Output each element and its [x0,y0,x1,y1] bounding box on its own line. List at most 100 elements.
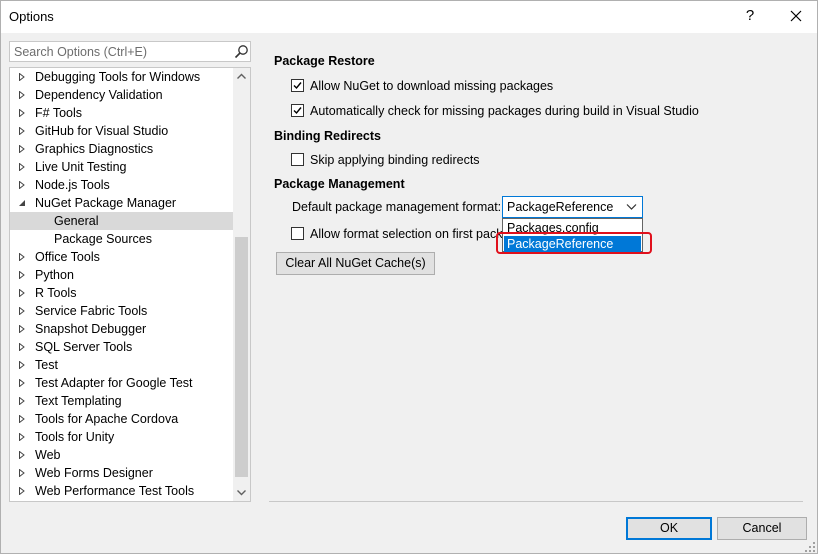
package-restore-heading: Package Restore [274,54,375,68]
allow-download-checkbox[interactable] [291,79,304,92]
checkmark-icon [293,82,302,90]
ok-button[interactable]: OK [626,517,712,540]
skip-redirects-label: Skip applying binding redirects [310,153,480,167]
close-icon [790,10,802,22]
collapsed-arrow-icon[interactable] [18,451,26,459]
format-label: Default package management format: [292,200,502,214]
tree-item-label: Web Forms Designer [35,466,153,480]
tree-item-label: R Tools [35,286,77,300]
tree-item[interactable]: SQL Server Tools [10,338,233,356]
allow-download-label: Allow NuGet to download missing packages [310,79,554,93]
format-select-value: PackageReference [507,200,614,214]
tree-item-label: Dependency Validation [35,88,163,102]
collapsed-arrow-icon[interactable] [18,487,26,495]
allow-format-checkbox[interactable] [291,227,304,240]
scrollbar-thumb[interactable] [235,237,248,477]
tree-item[interactable]: F# Tools [10,104,233,122]
collapsed-arrow-icon[interactable] [18,289,26,297]
chevron-down-icon [626,204,637,210]
allow-format-label: Allow format selection on first packa [310,227,510,241]
binding-redirects-heading: Binding Redirects [274,129,381,143]
tree-item[interactable]: Tools for Unity [10,428,233,446]
collapsed-arrow-icon[interactable] [18,73,26,81]
tree-item-label: Test Adapter for Google Test [35,376,193,390]
scroll-up-icon[interactable] [233,68,250,85]
resize-grip-icon[interactable] [805,542,816,553]
tree-item[interactable]: Office Tools [10,248,233,266]
tree-list: Debugging Tools for Windows Dependency Va… [10,68,233,500]
collapsed-arrow-icon[interactable] [18,163,26,171]
collapsed-arrow-icon[interactable] [18,433,26,441]
collapsed-arrow-icon[interactable] [18,307,26,315]
collapsed-arrow-icon[interactable] [18,325,26,333]
package-management-heading: Package Management [274,177,405,191]
search-input[interactable] [10,42,230,61]
tree-item[interactable]: Web Performance Test Tools [10,482,233,500]
tree-item[interactable]: Test Adapter for Google Test [10,374,233,392]
search-icon[interactable] [234,44,249,59]
tree-item[interactable]: Live Unit Testing [10,158,233,176]
tree-item[interactable]: Dependency Validation [10,86,233,104]
expanded-arrow-icon[interactable] [18,199,26,207]
collapsed-arrow-icon[interactable] [18,415,26,423]
tree-item[interactable]: R Tools [10,284,233,302]
tree-item-label: F# Tools [35,106,83,120]
tree-child-item[interactable]: Package Sources [10,230,233,248]
window-title: Options [9,9,54,24]
checkmark-icon [293,107,302,115]
highlight-annotation [496,232,652,254]
tree-item[interactable]: Node.js Tools [10,176,233,194]
tree-item[interactable]: Debugging Tools for Windows [10,68,233,86]
tree-item-label: General [54,214,99,228]
collapsed-arrow-icon[interactable] [18,343,26,351]
tree-item[interactable]: Python [10,266,233,284]
tree-item[interactable]: Test [10,356,233,374]
tree-item[interactable]: Text Templating [10,392,233,410]
tree-item-label: Tools for Apache Cordova [35,412,179,426]
collapsed-arrow-icon[interactable] [18,253,26,261]
collapsed-arrow-icon[interactable] [18,397,26,405]
tree-item-label: Tools for Unity [35,430,115,444]
tree-item-label: Test [35,358,58,372]
collapsed-arrow-icon[interactable] [18,271,26,279]
tree-item-label: Office Tools [35,250,100,264]
collapsed-arrow-icon[interactable] [18,361,26,369]
skip-redirects-checkbox[interactable] [291,153,304,166]
help-button[interactable]: ? [741,7,759,24]
tree-item[interactable]: Service Fabric Tools [10,302,233,320]
collapsed-arrow-icon[interactable] [18,181,26,189]
collapsed-arrow-icon[interactable] [18,469,26,477]
tree-item-label: GitHub for Visual Studio [35,124,169,138]
tree-item-label: Text Templating [35,394,122,408]
collapsed-arrow-icon[interactable] [18,145,26,153]
tree-item-label: SQL Server Tools [35,340,133,354]
tree-item-label: Graphics Diagnostics [35,142,154,156]
tree-item[interactable]: Web Forms Designer [10,464,233,482]
tree-item[interactable]: Graphics Diagnostics [10,140,233,158]
tree-item[interactable]: Tools for Apache Cordova [10,410,233,428]
tree-item-label: NuGet Package Manager [35,196,177,210]
collapsed-arrow-icon[interactable] [18,109,26,117]
tree-item[interactable]: Snapshot Debugger [10,320,233,338]
collapsed-arrow-icon[interactable] [18,379,26,387]
tree-child-item[interactable]: General [10,212,233,230]
tree-item-label: Snapshot Debugger [35,322,147,336]
footer-divider [269,501,803,502]
scroll-down-icon[interactable] [233,484,250,501]
tree-scrollbar[interactable] [233,68,250,501]
tree-item-label: Service Fabric Tools [35,304,148,318]
tree-item[interactable]: NuGet Package Manager [10,194,233,212]
tree-item[interactable]: Web [10,446,233,464]
close-button[interactable] [785,5,807,27]
clear-cache-button[interactable]: Clear All NuGet Cache(s) [276,252,435,275]
title-bar: Options ? [1,1,817,33]
collapsed-arrow-icon[interactable] [18,127,26,135]
tree-item-label: Python [35,268,74,282]
collapsed-arrow-icon[interactable] [18,91,26,99]
search-box [9,41,251,62]
format-select[interactable]: PackageReference [502,196,643,218]
tree-item-label: Live Unit Testing [35,160,127,174]
cancel-button[interactable]: Cancel [717,517,807,540]
auto-check-checkbox[interactable] [291,104,304,117]
tree-item[interactable]: GitHub for Visual Studio [10,122,233,140]
